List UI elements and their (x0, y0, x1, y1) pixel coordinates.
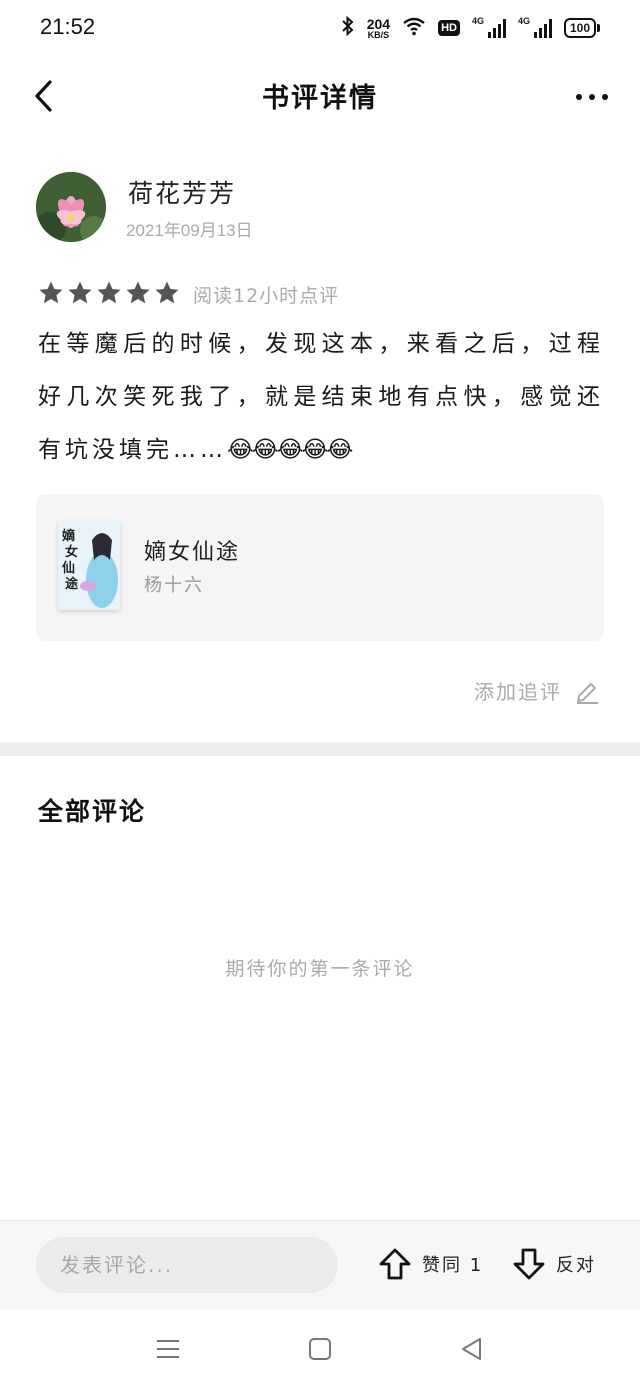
page-title: 书评详情 (262, 83, 378, 114)
add-followup-button[interactable]: 添加追评 (474, 676, 600, 705)
read-time-label: 阅读12小时点评 (193, 285, 340, 307)
hd-badge: HD (438, 20, 460, 36)
square-home-icon (309, 1338, 331, 1360)
back-nav-button[interactable] (458, 1335, 486, 1363)
more-options-button[interactable] (574, 88, 610, 106)
empty-comments-hint: 期待你的第一条评论 (225, 958, 415, 980)
bottom-action-bar: 赞同 1 反对 (0, 1220, 640, 1309)
svg-text:嫡: 嫡 (62, 528, 75, 544)
svg-text:途: 途 (65, 576, 79, 592)
star-icon (39, 281, 63, 304)
signal-icon-sim1: 4G (472, 16, 506, 38)
battery-icon: 100 (563, 18, 600, 38)
star-icon (155, 281, 179, 304)
svg-text:仙: 仙 (62, 560, 75, 576)
menu-icon (157, 1340, 179, 1358)
section-divider (0, 742, 640, 756)
agree-label: 赞同 1 (422, 1255, 484, 1276)
wifi-icon (402, 16, 426, 40)
svg-text:女: 女 (65, 544, 78, 560)
pencil-icon (577, 682, 598, 704)
review-date: 2021年09月13日 (126, 221, 253, 240)
lotus-avatar-image (36, 172, 106, 242)
triangle-back-icon (462, 1338, 481, 1360)
arrow-down-icon (513, 1248, 545, 1280)
reviewer-name[interactable]: 荷花芳芳 (128, 174, 236, 210)
star-icon (97, 281, 121, 304)
avatar[interactable] (36, 172, 106, 242)
book-cover: 嫡 女 仙 途 (58, 520, 120, 610)
book-card[interactable]: 嫡 女 仙 途 嫡女仙途 杨十六 (36, 494, 604, 641)
network-speed: 204 KB/S (366, 15, 391, 40)
status-time: 21:52 (40, 14, 96, 39)
signal-icon-sim2: 4G (518, 16, 552, 38)
star-icon (126, 281, 150, 304)
star-icon (68, 281, 92, 304)
oppose-button[interactable]: 反对 (512, 1247, 596, 1281)
review-emojis: 😂😂😂😂😂 (227, 437, 353, 463)
system-navigation-bar (0, 1309, 640, 1387)
arrow-up-icon (379, 1248, 411, 1280)
bluetooth-icon (341, 15, 355, 40)
comments-heading: 全部评论 (38, 797, 147, 826)
menu-nav-button[interactable] (154, 1335, 182, 1363)
book-title: 嫡女仙途 (144, 540, 241, 565)
ellipsis-icon (576, 94, 608, 100)
status-icons: 204 KB/S HD 4G 4G 100 (341, 14, 600, 42)
oppose-label: 反对 (556, 1255, 596, 1276)
home-nav-button[interactable] (306, 1335, 334, 1363)
add-followup-label: 添加追评 (474, 680, 562, 704)
agree-button[interactable]: 赞同 1 (378, 1247, 483, 1281)
star-rating (38, 280, 180, 306)
comment-input[interactable] (36, 1237, 338, 1293)
book-author: 杨十六 (144, 575, 204, 596)
book-cover-image: 嫡 女 仙 途 (58, 520, 120, 610)
review-body: 在等魔后的时候，发现这本，来看之后，过程好几次笑死我了，就是结束地有点快，感觉还… (38, 318, 604, 477)
